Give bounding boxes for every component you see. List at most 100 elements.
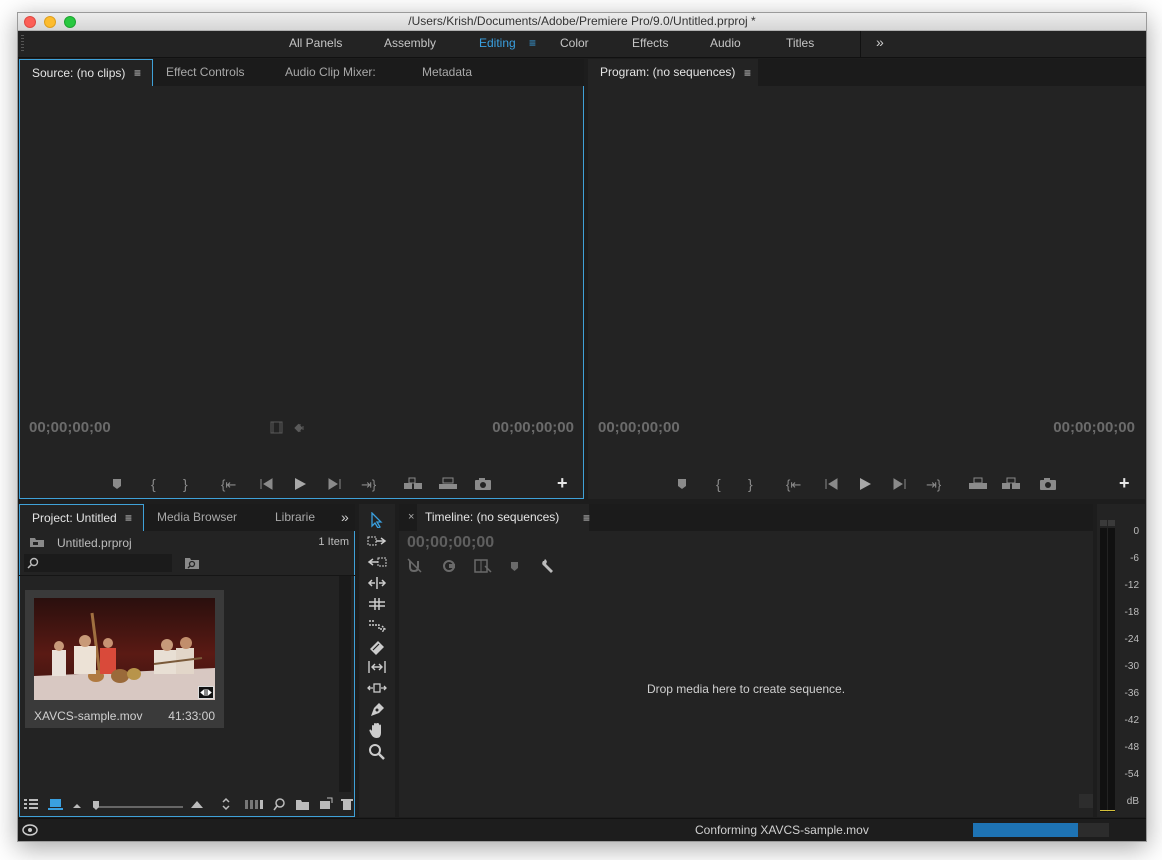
project-overflow-icon[interactable]: » [341,509,349,525]
timeline-marker-icon [511,562,518,571]
tab-timeline-label: Timeline: (no sequences) [425,510,560,524]
overwrite-icon [439,477,457,489]
svg-text:{⇤: {⇤ [786,477,801,492]
tab-source-label: Source: (no clips) [32,66,126,80]
project-search-box[interactable] [24,554,172,572]
clip-thumbnail-image [34,598,215,700]
tab-audio-clip-mixer[interactable]: Audio Clip Mixer: [273,59,376,86]
clip-duration: 41:33:00 [168,709,215,723]
meter-tick-42: -42 [1124,715,1139,726]
tab-source[interactable]: Source: (no clips) [19,59,153,86]
linked-selection-icon [443,560,455,572]
tab-project-label: Project: Untitled [32,511,117,525]
workspace-titles[interactable]: Titles [786,36,814,50]
timeline-close-icon[interactable]: × [408,511,414,523]
tab-libraries[interactable]: Librarie [263,504,315,531]
rolling-edit-tool-icon[interactable] [367,597,387,611]
go-to-out-icon: ⇥} [361,477,377,492]
play-icon [295,478,306,490]
slip-tool-icon[interactable] [367,660,387,674]
project-search-input[interactable] [42,555,167,569]
zoom-tool-icon[interactable] [368,743,386,761]
timeline-tab-menu-icon[interactable]: ≡ [583,511,590,525]
play-icon [860,478,871,490]
source-timecode-in[interactable]: 00;00;00;00 [29,419,111,436]
svg-text:{: { [151,476,156,492]
workspace-assembly[interactable]: Assembly [384,36,436,50]
zoom-out-icon [73,804,81,808]
workspace-effects[interactable]: Effects [632,36,668,50]
source-add-button-icon[interactable]: + [557,473,568,494]
waveform-icon [294,423,304,433]
mark-out-icon: } [748,476,753,492]
project-scrollbar[interactable] [339,576,351,792]
tab-program[interactable]: Program: (no sequences) [588,59,758,86]
meter-solo-button[interactable] [1079,794,1093,808]
tab-program-label: Program: (no sequences) [600,65,736,79]
new-bin-icon [296,800,309,810]
source-tabbar: Source: (no clips) ≡ Effect Controls Aud… [19,59,584,86]
program-timecode-out[interactable]: 00;00;00;00 [1053,419,1135,436]
meter-tick-18: -18 [1124,607,1139,618]
workspace-all-panels[interactable]: All Panels [289,36,342,50]
timeline-drop-message: Drop media here to create sequence. [646,682,846,696]
add-marker-icon [678,479,686,489]
automate-to-sequence-icon [245,800,263,809]
meter-tick-6: -6 [1130,553,1139,564]
program-timecode-in[interactable]: 00;00;00;00 [598,419,680,436]
tab-effect-controls[interactable]: Effect Controls [154,59,244,86]
window-title: /Users/Krish/Documents/Adobe/Premiere Pr… [408,14,756,28]
workspace-audio[interactable]: Audio [710,36,741,50]
new-item-icon [320,797,333,809]
clip-thumbnail-card[interactable]: XAVCS-sample.mov 41:33:00 [25,590,224,728]
meter-clip-indicator-right [1108,520,1115,526]
rate-stretch-tool-icon[interactable] [367,618,387,632]
track-select-backward-tool-icon[interactable] [367,555,387,569]
grip-icon[interactable] [21,35,24,53]
source-panel: Source: (no clips) ≡ Effect Controls Aud… [19,59,584,499]
tab-timeline[interactable]: Timeline: (no sequences) [417,504,589,531]
drag-video-audio-icons[interactable] [270,421,310,435]
meter-channel-right [1108,528,1115,812]
tools-panel [359,504,395,817]
add-marker-icon [113,479,121,489]
workspace-overflow-icon[interactable]: » [876,34,884,50]
project-bottom-toolbar [24,797,353,811]
workspace-editing[interactable]: Editing [479,36,516,50]
tab-metadata[interactable]: Metadata [410,59,472,86]
svg-text:⇥}: ⇥} [926,477,942,492]
source-transport-controls: { } {⇤ ⇥} [113,476,491,492]
timeline-toolbar [407,558,553,573]
wrench-icon [542,559,553,573]
meter-tick-36: -36 [1124,688,1139,699]
razor-tool-icon[interactable] [368,639,386,655]
source-timecode-out[interactable]: 00;00;00;00 [492,419,574,436]
new-search-bin-icon[interactable] [184,556,200,570]
source-tab-menu-icon[interactable]: ≡ [134,66,141,80]
creative-cloud-sync-icon[interactable] [22,823,38,837]
track-select-forward-tool-icon[interactable] [367,534,387,548]
slide-tool-icon[interactable] [367,681,387,695]
tab-media-browser[interactable]: Media Browser [145,504,237,531]
title-bar: /Users/Krish/Documents/Adobe/Premiere Pr… [18,13,1146,31]
program-tab-menu-icon[interactable]: ≡ [744,66,751,80]
pen-tool-icon[interactable] [368,701,386,719]
meter-tick-db: dB [1126,796,1139,807]
timeline-timecode[interactable]: 00;00;00;00 [407,534,494,552]
selection-tool-icon[interactable] [369,512,385,528]
zoom-slider [93,801,183,810]
ripple-edit-tool-icon[interactable] [367,576,387,590]
workspace-color[interactable]: Color [560,36,589,50]
program-add-button-icon[interactable]: + [1119,473,1130,494]
meter-tick-12: -12 [1124,580,1139,591]
project-item-count: 1 Item [318,536,349,548]
program-panel: Program: (no sequences) ≡ 00;00;00;00 00… [588,59,1145,499]
project-tab-menu-icon[interactable]: ≡ [125,511,132,525]
film-icon [270,421,283,434]
svg-text:{⇤: {⇤ [221,477,236,492]
workspace-menu-icon[interactable]: ≡ [529,36,536,50]
hand-tool-icon[interactable] [368,722,386,740]
sort-icon [222,797,230,811]
svg-text:}: } [183,476,188,492]
meter-tick-48: -48 [1124,742,1139,753]
